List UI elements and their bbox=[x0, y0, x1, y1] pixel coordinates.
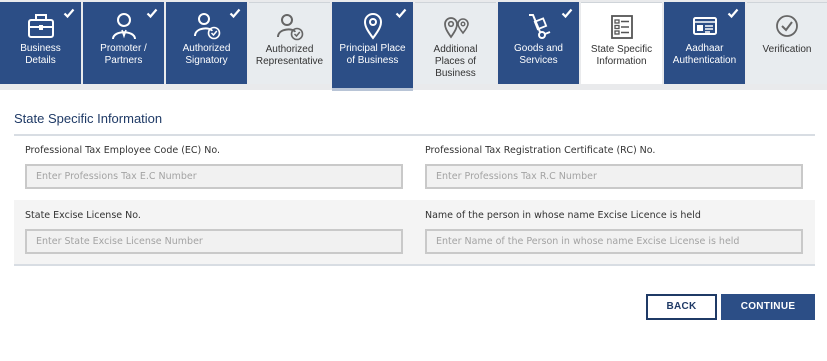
registration-step-tabs: Business Details Promoter / Partners Aut… bbox=[0, 0, 827, 90]
checkmark-icon bbox=[727, 8, 739, 19]
excise-license-input[interactable]: Enter State Excise License Number bbox=[25, 229, 403, 254]
signatory-icon bbox=[193, 13, 220, 40]
excise-license-field-group: State Excise License No. Enter State Exc… bbox=[25, 210, 403, 254]
tab-verification[interactable]: Verification bbox=[747, 2, 827, 84]
tab-business-details[interactable]: Business Details bbox=[0, 2, 81, 84]
tab-promoter-partners[interactable]: Promoter / Partners bbox=[83, 2, 164, 84]
back-button[interactable]: BACK bbox=[646, 294, 717, 320]
hand-truck-icon bbox=[528, 14, 550, 39]
tab-label: State Specific Information bbox=[590, 44, 653, 67]
ec-field-group: Professional Tax Employee Code (EC) No. … bbox=[25, 145, 403, 189]
briefcase-icon bbox=[27, 14, 54, 38]
checkmark-icon bbox=[561, 8, 573, 19]
excise-holder-label: Name of the person in whose name Excise … bbox=[425, 210, 701, 221]
representative-icon bbox=[276, 14, 303, 41]
id-card-icon bbox=[692, 17, 717, 35]
excise-holder-input[interactable]: Enter Name of the Person in whose name E… bbox=[425, 229, 803, 254]
person-icon bbox=[111, 13, 136, 40]
checkmark-icon bbox=[395, 8, 407, 19]
tab-principal-place[interactable]: Principal Place of Business bbox=[332, 2, 413, 88]
check-circle-icon bbox=[776, 15, 798, 37]
rc-field-group: Professional Tax Registration Certificat… bbox=[425, 145, 803, 189]
checkmark-icon bbox=[146, 8, 158, 19]
checkmark-icon bbox=[229, 8, 241, 19]
excise-holder-field-group: Name of the person in whose name Excise … bbox=[425, 210, 803, 254]
form-row-professional-tax: Professional Tax Employee Code (EC) No. … bbox=[14, 136, 815, 198]
ec-input[interactable]: Enter Professions Tax E.C Number bbox=[25, 164, 403, 189]
tab-label: Verification bbox=[762, 44, 812, 55]
tab-state-specific[interactable]: State Specific Information bbox=[581, 2, 662, 84]
tab-label: Principal Place of Business bbox=[339, 43, 406, 66]
tab-goods-services[interactable]: Goods and Services bbox=[498, 2, 579, 84]
tab-label: Additional Places of Business bbox=[433, 44, 478, 79]
form-list-icon bbox=[610, 15, 633, 39]
tab-label: Aadhaar Authentication bbox=[672, 43, 737, 66]
location-pin-icon bbox=[363, 13, 382, 40]
ec-label: Professional Tax Employee Code (EC) No. bbox=[25, 145, 221, 156]
continue-button[interactable]: CONTINUE bbox=[721, 294, 815, 320]
tab-aadhaar-authentication[interactable]: Aadhaar Authentication bbox=[664, 2, 745, 84]
rc-input[interactable]: Enter Professions Tax R.C Number bbox=[425, 164, 803, 189]
tab-label: Authorized Signatory bbox=[182, 43, 231, 66]
rc-label: Professional Tax Registration Certificat… bbox=[425, 145, 656, 156]
multiple-pins-icon bbox=[443, 17, 469, 39]
tab-label: Goods and Services bbox=[514, 43, 563, 66]
excise-license-label: State Excise License No. bbox=[25, 210, 141, 221]
form-row-excise: State Excise License No. Enter State Exc… bbox=[14, 200, 815, 266]
tab-label: Authorized Representative bbox=[255, 44, 324, 67]
tab-authorized-signatory[interactable]: Authorized Signatory bbox=[166, 2, 247, 84]
tab-label: Promoter / Partners bbox=[100, 43, 147, 66]
section-title: State Specific Information bbox=[14, 111, 163, 126]
tab-additional-places[interactable]: Additional Places of Business bbox=[415, 2, 496, 84]
checkmark-icon bbox=[63, 8, 75, 19]
tab-label: Business Details bbox=[20, 43, 61, 66]
tab-authorized-representative[interactable]: Authorized Representative bbox=[249, 2, 330, 84]
